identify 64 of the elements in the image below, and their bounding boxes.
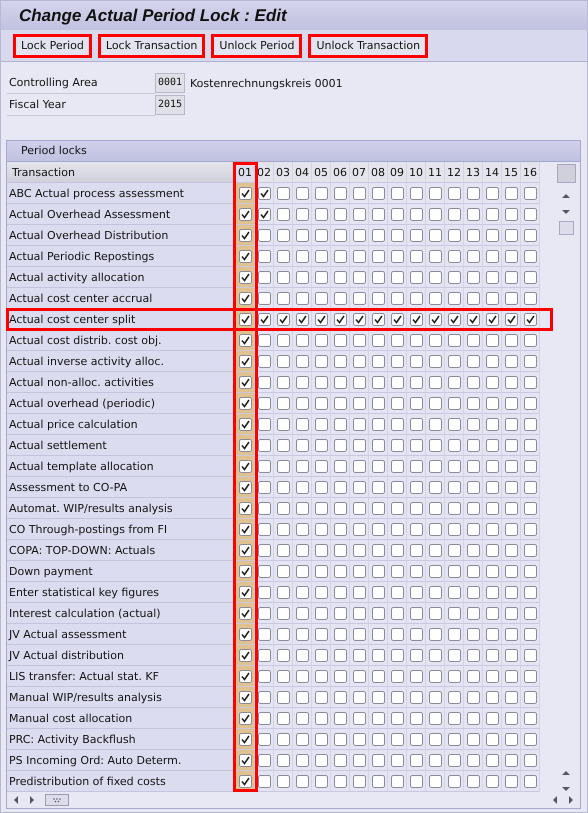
toolbar-button[interactable]: Unlock Transaction — [308, 34, 428, 58]
column-header[interactable]: 09 — [388, 162, 407, 183]
table-cell: PS Incoming Ord: Auto Determ. — [7, 750, 236, 771]
table-cell: Assessment to CO-PA — [7, 477, 236, 498]
table-cell: Enter statistical key figures — [7, 582, 236, 603]
column-header[interactable]: 08 — [369, 162, 388, 183]
table-cell: Actual price calculation — [7, 414, 236, 435]
column-header[interactable]: 11 — [426, 162, 445, 183]
group-title: Period locks — [21, 144, 87, 157]
scroll-thumb[interactable] — [558, 221, 574, 235]
column-header[interactable]: 10 — [407, 162, 426, 183]
column-header[interactable]: 12 — [445, 162, 464, 183]
toolbar-button[interactable]: Unlock Period — [211, 34, 302, 58]
table-cell: Interest calculation (actual) — [7, 603, 236, 624]
input-field[interactable]: 2015 — [155, 95, 185, 115]
column-header[interactable]: 16 — [521, 162, 540, 183]
table-cell: Actual overhead (periodic) — [7, 393, 236, 414]
table-cell: Actual settlement — [7, 435, 236, 456]
toolbar-button[interactable]: Lock Period — [13, 34, 92, 58]
scroll-left-icon[interactable] — [552, 795, 558, 805]
table-cell: Actual template allocation — [7, 456, 236, 477]
column-header[interactable]: 05 — [312, 162, 331, 183]
table-cell: Manual cost allocation — [7, 708, 236, 729]
table-cell: ABC Actual process assessment — [7, 183, 236, 204]
column-header[interactable]: 15 — [502, 162, 521, 183]
scroll-right-icon[interactable] — [568, 795, 574, 805]
column-header[interactable]: Transaction — [7, 162, 236, 183]
column-header[interactable]: 03 — [274, 162, 293, 183]
table-cell: Actual activity allocation — [7, 267, 236, 288]
table-cell: Actual non-alloc. activities — [7, 372, 236, 393]
window-title: Change Actual Period Lock : Edit — [19, 6, 287, 26]
table-cell: Actual inverse activity alloc. — [7, 351, 236, 372]
table-cell: Down payment — [7, 561, 236, 582]
table-cell: Actual Overhead Distribution — [7, 225, 236, 246]
table-cell: Manual WIP/results analysis — [7, 687, 236, 708]
scroll-up-icon[interactable] — [561, 770, 572, 776]
scroll-up-icon[interactable] — [561, 193, 572, 199]
column-header[interactable]: 14 — [483, 162, 502, 183]
table-cell: PRC: Activity Backflush — [7, 729, 236, 750]
table-cell: Actual Periodic Repostings — [7, 246, 236, 267]
column-header[interactable]: 04 — [293, 162, 312, 183]
column-header[interactable]: 13 — [464, 162, 483, 183]
scroll-down-icon[interactable] — [561, 786, 572, 792]
column-header[interactable]: 06 — [331, 162, 350, 183]
table-cell: Actual cost distrib. cost obj. — [7, 330, 236, 351]
table-cell: Automat. WIP/results analysis — [7, 498, 236, 519]
table-cell: Actual cost center accrual — [7, 288, 236, 309]
table-cell: JV Actual assessment — [7, 624, 236, 645]
input-field[interactable]: 0001 — [155, 73, 185, 93]
scroll-thumb[interactable] — [45, 794, 69, 806]
scroll-down-icon[interactable] — [561, 209, 572, 215]
table-cell: LIS transfer: Actual stat. KF — [7, 666, 236, 687]
column-header[interactable]: 07 — [350, 162, 369, 183]
scroll-right-icon[interactable] — [29, 795, 35, 805]
table-cell: Predistribution of fixed costs — [7, 771, 236, 792]
table-cell: CO Through-postings from FI — [7, 519, 236, 540]
table-cell: Actual Overhead Assessment — [7, 204, 236, 225]
scroll-left-icon[interactable] — [13, 795, 19, 805]
toolbar-button[interactable]: Lock Transaction — [98, 34, 206, 58]
table-cell: COPA: TOP-DOWN: Actuals — [7, 540, 236, 561]
field-description: Kostenrechnungskreis 0001 — [190, 76, 343, 90]
table-cell: Actual cost center split — [7, 309, 236, 330]
table-settings-button[interactable] — [556, 164, 576, 183]
table-cell: JV Actual distribution — [7, 645, 236, 666]
